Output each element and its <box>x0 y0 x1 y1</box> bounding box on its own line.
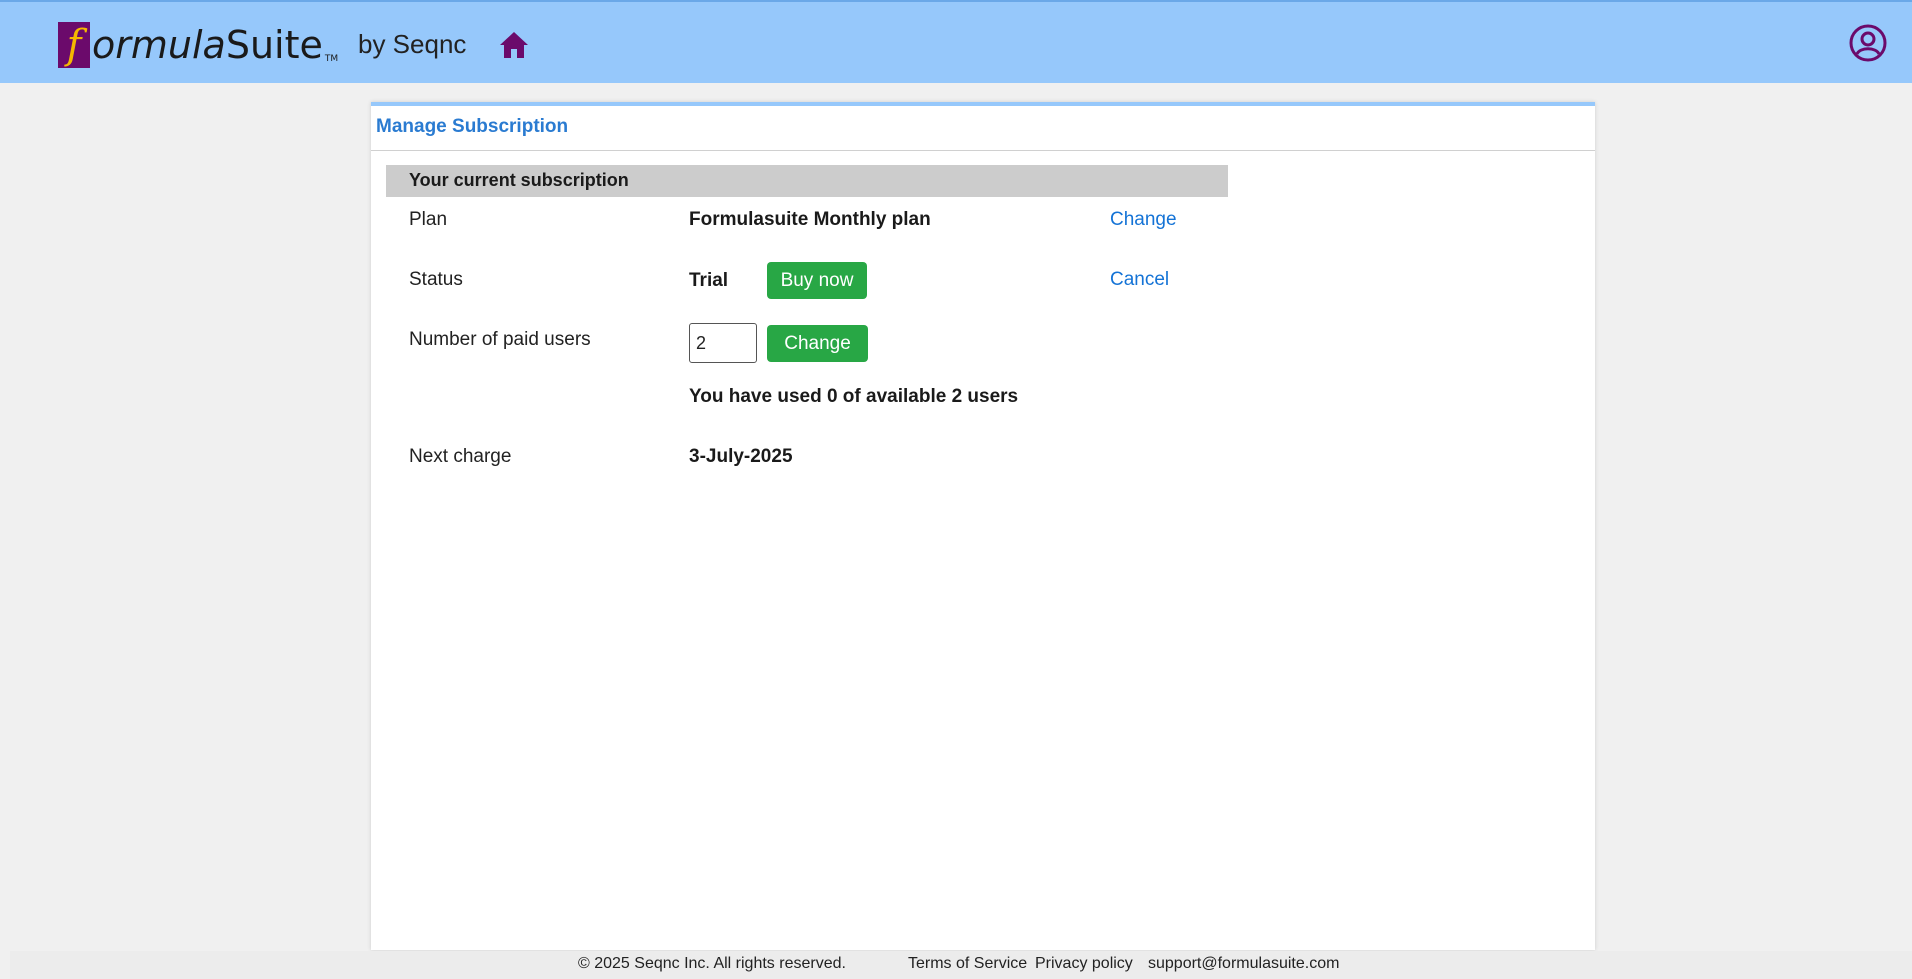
buy-now-button[interactable]: Buy now <box>767 262 867 299</box>
home-icon[interactable] <box>498 29 530 61</box>
cancel-subscription-link[interactable]: Cancel <box>1110 269 1169 291</box>
logo-trademark: TM <box>324 54 339 64</box>
page-footer: © 2025 Seqnc Inc. All rights reserved. T… <box>10 951 1912 979</box>
title-divider <box>371 150 1595 151</box>
next-charge-value: 3-July-2025 <box>689 446 793 467</box>
paid-users-label: Number of paid users <box>409 329 591 350</box>
next-charge-label: Next charge <box>409 446 512 467</box>
support-email-link[interactable]: support@formulasuite.com <box>1148 955 1339 973</box>
logo-ormula-text: ormula <box>92 23 226 67</box>
footer-copyright: © 2025 Seqnc Inc. All rights reserved. <box>578 955 846 972</box>
terms-of-service-link[interactable]: Terms of Service <box>908 955 1027 973</box>
logo-f-mark: f <box>58 22 90 68</box>
status-label: Status <box>409 269 463 290</box>
user-circle-icon[interactable] <box>1849 24 1887 62</box>
paid-users-input[interactable] <box>689 323 757 363</box>
users-usage-note: You have used 0 of available 2 users <box>689 386 1019 407</box>
by-seqnc-text: by Seqnc <box>358 29 467 59</box>
manage-subscription-panel: Manage Subscription Your current subscri… <box>371 102 1595 950</box>
top-header-bar: f ormula Suite TM by Seqnc <box>0 0 1912 83</box>
privacy-policy-link[interactable]: Privacy policy <box>1035 955 1133 973</box>
logo-suite-text: Suite <box>225 23 323 67</box>
current-subscription-header: Your current subscription <box>386 165 1228 197</box>
plan-label: Plan <box>409 209 448 230</box>
change-users-button[interactable]: Change <box>767 325 868 362</box>
plan-value: Formulasuite Monthly plan <box>689 209 931 230</box>
status-value: Trial <box>689 270 729 291</box>
formulasuite-logo[interactable]: f ormula Suite TM <box>58 22 338 68</box>
change-plan-link[interactable]: Change <box>1110 209 1177 231</box>
page-title: Manage Subscription <box>376 116 569 137</box>
